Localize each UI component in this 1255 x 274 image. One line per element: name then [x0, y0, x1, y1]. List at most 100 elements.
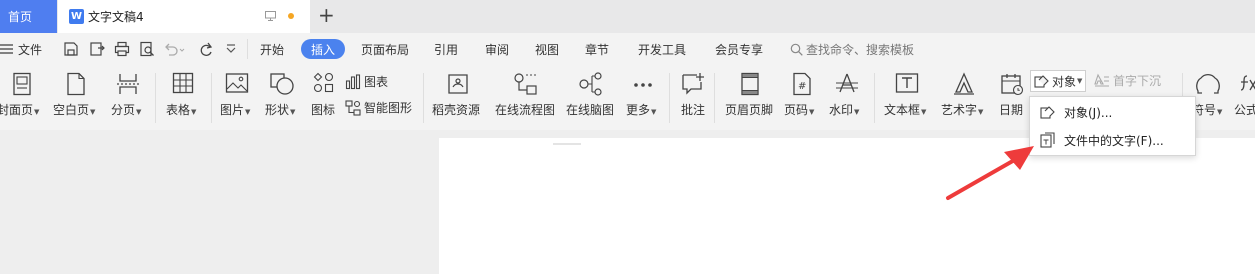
more-icon [634, 83, 652, 87]
quick-access-dropdown-icon[interactable] [225, 44, 237, 54]
page-number-button[interactable]: # 页码▼ [784, 65, 820, 125]
menu-insert[interactable]: 插入 [301, 39, 346, 59]
monitor-icon[interactable] [265, 11, 276, 21]
page-number-icon: # [793, 72, 811, 96]
redo-icon[interactable] [198, 41, 214, 57]
command-search[interactable]: 查找命令、搜索模板 [790, 33, 914, 65]
header-footer-label: 页眉页脚 [725, 103, 774, 117]
word-art-label: 艺术字 [941, 103, 978, 117]
smart-art-button[interactable]: 智能图形 [345, 99, 412, 116]
drop-cap-icon [1094, 73, 1109, 86]
chart-button[interactable]: 图表 [345, 73, 388, 90]
shape-icon [270, 73, 294, 95]
menu-review[interactable]: 审阅 [485, 33, 509, 65]
command-search-placeholder: 查找命令、搜索模板 [806, 42, 915, 57]
menu-section-label: 章节 [585, 42, 610, 57]
date-button[interactable]: 日期 [998, 65, 1026, 125]
object-label: 对象 [1052, 74, 1077, 89]
docer-resources-label: 稻壳资源 [432, 103, 481, 117]
hamburger-icon [0, 44, 13, 54]
tab-document-title: 文字文稿4 [88, 10, 144, 24]
unsaved-indicator [288, 13, 294, 19]
formula-button[interactable]: 公式 [1234, 65, 1255, 125]
document-page[interactable] [439, 138, 1255, 274]
file-menu-label: 文件 [18, 42, 43, 57]
dropdown-item-object[interactable]: 对象(J)... [1030, 98, 1195, 126]
icon-library-button[interactable]: 图标 [309, 65, 339, 125]
dropdown-item-text-from-file[interactable]: 文件中的文字(F)... [1030, 126, 1195, 154]
comment-icon [682, 73, 704, 95]
picture-button[interactable]: 图片▼ [219, 65, 255, 125]
header-footer-button[interactable]: 页眉页脚 [725, 65, 775, 125]
text-from-file-icon [1040, 132, 1055, 148]
online-mindmap-button[interactable]: 在线脑图 [566, 65, 616, 125]
watermark-icon [836, 73, 858, 93]
watermark-button[interactable]: 水印▼ [829, 65, 865, 125]
icon-library-label: 图标 [311, 103, 336, 117]
wps-writer-icon: W [69, 9, 84, 24]
menu-start[interactable]: 开始 [260, 33, 284, 65]
word-art-button[interactable]: 艺术字▼ [941, 65, 987, 125]
cover-page-button[interactable]: 封面页▼ [0, 65, 44, 125]
blank-page-button[interactable]: 空白页▼ [53, 65, 99, 125]
tab-document[interactable]: W 文字文稿4 [58, 0, 310, 33]
file-menu[interactable]: 文件 [0, 33, 42, 65]
cover-page-icon [13, 72, 31, 96]
shape-button[interactable]: 形状▼ [264, 65, 300, 125]
menu-page-layout-label: 页面布局 [361, 42, 410, 57]
menu-member-exclusive[interactable]: 会员专享 [715, 33, 763, 65]
tab-home-label: 首页 [8, 10, 33, 24]
print-preview-icon[interactable] [139, 41, 155, 57]
text-box-icon [895, 73, 919, 93]
picture-label: 图片 [220, 103, 245, 117]
menu-references[interactable]: 引用 [434, 33, 458, 65]
comment-button[interactable]: 批注 [679, 65, 707, 125]
word-art-icon [954, 72, 974, 95]
object-icon [1040, 106, 1055, 119]
menu-insert-label: 插入 [311, 42, 336, 57]
docer-resources-button[interactable]: 稻壳资源 [432, 65, 484, 125]
page-number-label: 页码 [784, 103, 809, 117]
header-footer-icon [741, 72, 759, 96]
red-arrow-annotation [946, 146, 1034, 200]
object-icon [1034, 74, 1049, 88]
more-button[interactable]: 更多▼ [626, 65, 660, 125]
save-icon[interactable] [63, 41, 79, 57]
text-box-button[interactable]: 文本框▼ [884, 65, 930, 125]
comment-label: 批注 [681, 103, 706, 117]
object-dropdown-menu: 对象(J)... 文件中的文字(F)... [1029, 96, 1196, 156]
menu-references-label: 引用 [434, 42, 459, 57]
dropdown-item-object-label: 对象(J)... [1064, 105, 1113, 120]
date-label: 日期 [999, 103, 1024, 117]
object-button[interactable]: 对象 ▼ [1030, 70, 1087, 92]
page-break-button[interactable]: 分页▼ [110, 65, 146, 125]
tab-bar: 首页 W 文字文稿4 + [0, 0, 1255, 33]
dropdown-item-text-from-file-label: 文件中的文字(F)... [1064, 133, 1164, 148]
menu-view[interactable]: 视图 [535, 33, 559, 65]
page-break-label: 分页 [111, 103, 136, 117]
margin-corner-mark [553, 143, 581, 145]
menu-page-layout[interactable]: 页面布局 [361, 33, 409, 65]
table-button[interactable]: 表格▼ [165, 65, 201, 125]
menu-review-label: 审阅 [485, 42, 510, 57]
docer-resources-icon [448, 74, 468, 94]
menu-bar: 文件 开始 插入 页面布局 引用 审阅 视图 章节 开发工具 会员专享 查找命令… [0, 33, 1255, 65]
online-flowchart-button[interactable]: 在线流程图 [495, 65, 557, 125]
blank-page-icon [67, 72, 85, 96]
shape-label: 形状 [265, 103, 290, 117]
print-icon[interactable] [114, 41, 130, 57]
blank-page-label: 空白页 [53, 103, 90, 117]
date-icon [1001, 74, 1024, 96]
menu-section[interactable]: 章节 [585, 33, 609, 65]
export-pdf-icon[interactable] [89, 41, 105, 57]
search-icon [790, 43, 803, 56]
undo-icon[interactable] [163, 41, 185, 57]
drop-cap-button[interactable]: 首字下沉 [1094, 72, 1161, 89]
tab-home[interactable]: 首页 [0, 0, 57, 33]
menu-developer-tools[interactable]: 开发工具 [638, 33, 686, 65]
text-box-label: 文本框 [884, 103, 921, 117]
new-tab-button[interactable]: + [318, 5, 335, 25]
smart-art-label: 智能图形 [364, 101, 413, 115]
drop-cap-label: 首字下沉 [1113, 74, 1162, 88]
table-icon [172, 72, 194, 94]
